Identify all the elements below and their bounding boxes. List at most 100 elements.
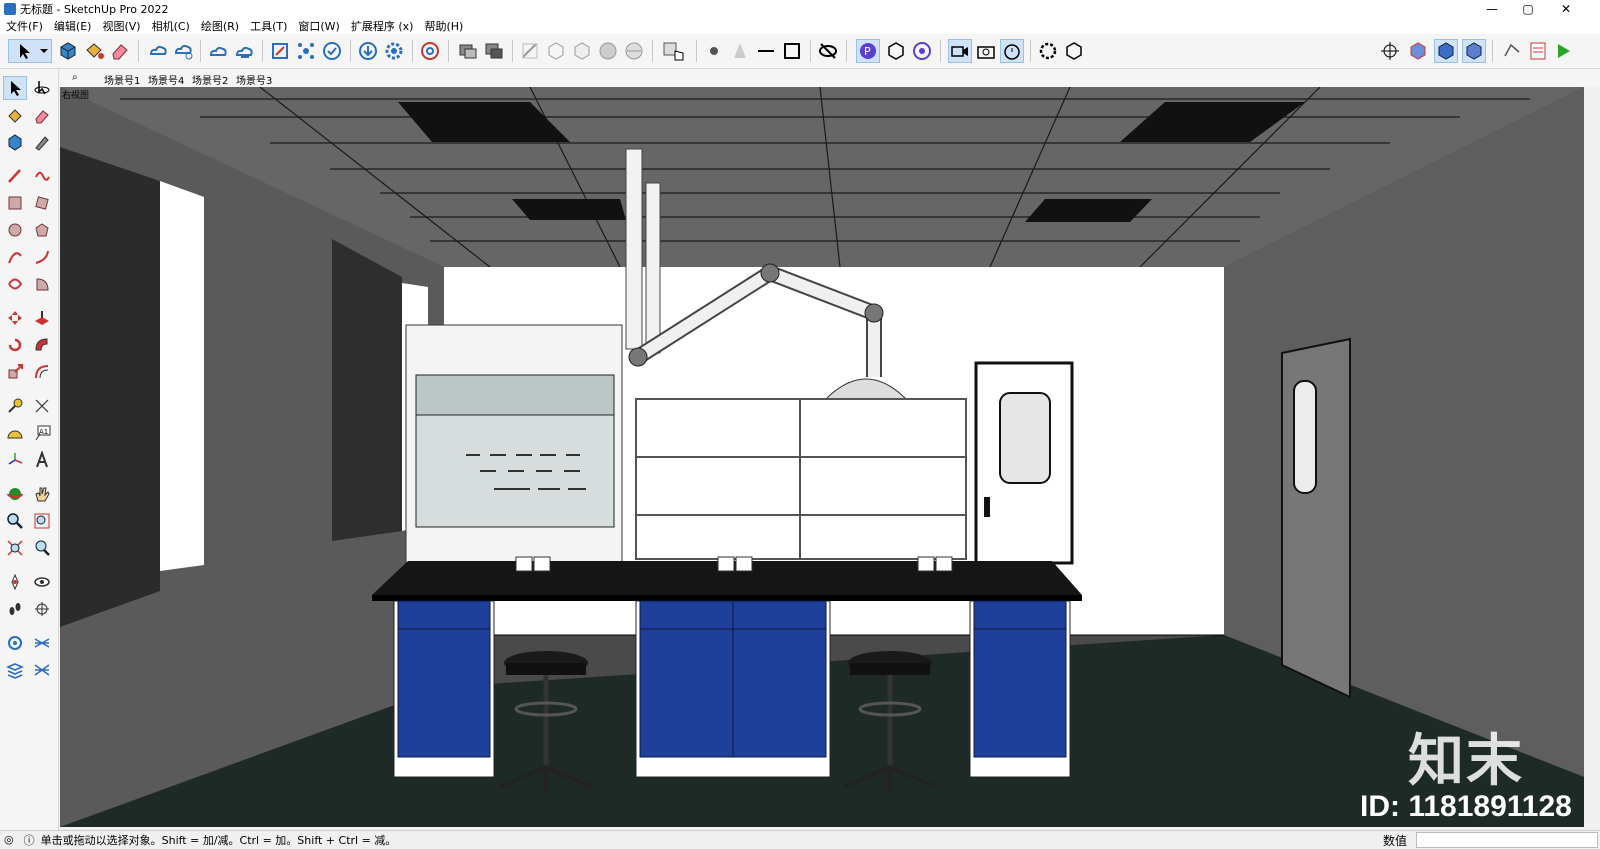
scene-tab-4[interactable]: 场景号4 [148, 72, 184, 87]
zoom-extents-tool[interactable] [3, 536, 27, 560]
rectangle-button[interactable] [780, 39, 804, 63]
push-pull-tool[interactable] [30, 306, 54, 330]
protractor-tool[interactable] [3, 421, 27, 445]
box-button[interactable] [884, 39, 908, 63]
eraser-button[interactable] [108, 39, 132, 63]
orbit-target-button[interactable] [910, 39, 934, 63]
zoom-window-tool[interactable] [30, 509, 54, 533]
rotated-rectangle-tool[interactable] [30, 191, 54, 215]
outer-shell-button[interactable] [456, 39, 480, 63]
scene-tab-2[interactable]: 场景号2 [192, 72, 228, 87]
section-plane-button[interactable] [518, 39, 542, 63]
make-component-tool[interactable] [3, 130, 27, 154]
rectangle-tool[interactable] [3, 191, 27, 215]
ruby-console-button[interactable] [1552, 39, 1576, 63]
menu-help[interactable]: 帮助(H) [424, 18, 463, 34]
line-button[interactable] [754, 39, 778, 63]
look-around-tool[interactable] [30, 570, 54, 594]
freehand-tool[interactable] [30, 164, 54, 188]
scene-tab-1[interactable]: 场景号1 [104, 72, 140, 87]
hidden-line-button[interactable] [570, 39, 594, 63]
sandbox-contours-tool[interactable] [3, 631, 27, 655]
text-tool[interactable]: A1 [30, 421, 54, 445]
pan-tool[interactable] [30, 482, 54, 506]
select-tool-button[interactable] [8, 39, 52, 63]
previous-view-tool[interactable] [30, 536, 54, 560]
layout-button[interactable] [1526, 39, 1550, 63]
orbit-tool[interactable] [3, 482, 27, 506]
two-point-arc-tool[interactable] [30, 245, 54, 269]
dimension-tool[interactable] [30, 394, 54, 418]
cloud-share-button[interactable] [232, 39, 256, 63]
network-button[interactable] [294, 39, 318, 63]
cone-button[interactable] [728, 39, 752, 63]
axes-button[interactable] [1378, 39, 1402, 63]
export-button[interactable] [1062, 39, 1086, 63]
settings-button[interactable] [382, 39, 406, 63]
menu-camera[interactable]: 相机(C) [152, 18, 190, 34]
menu-view[interactable]: 视图(V) [102, 18, 140, 34]
eraser-tool[interactable] [30, 104, 54, 128]
rotate-tool[interactable] [3, 333, 27, 357]
wireframe-button[interactable] [544, 39, 568, 63]
cloud-search-button[interactable] [172, 39, 196, 63]
drawing-viewport[interactable]: 右视图 [60, 87, 1584, 827]
menu-draw[interactable]: 绘图(R) [201, 18, 239, 34]
textured-button[interactable] [622, 39, 646, 63]
3d-text-tool[interactable] [30, 448, 54, 472]
stamp-tool[interactable] [3, 658, 27, 682]
hide-button[interactable] [816, 39, 840, 63]
extension-warehouse-button[interactable] [660, 39, 688, 63]
intersect-button[interactable] [482, 39, 506, 63]
scale-tool[interactable] [3, 360, 27, 384]
download-button[interactable] [356, 39, 380, 63]
components-button[interactable] [56, 39, 80, 63]
circle-tool[interactable] [3, 218, 27, 242]
select-tool[interactable] [3, 76, 27, 100]
render-settings-button[interactable] [1036, 39, 1060, 63]
line-tool[interactable] [3, 164, 27, 188]
menu-edit[interactable]: 编辑(E) [54, 18, 92, 34]
cloud-upload-button[interactable] [206, 39, 230, 63]
shaded-button[interactable] [596, 39, 620, 63]
menu-window[interactable]: 窗口(W) [298, 18, 339, 34]
menu-file[interactable]: 文件(F) [6, 18, 43, 34]
minimize-button[interactable]: — [1474, 0, 1510, 18]
scene-search-icon[interactable]: ⌕ [72, 72, 78, 83]
zoom-tool[interactable] [3, 509, 27, 533]
zoom-extents-button[interactable] [268, 39, 292, 63]
point-button[interactable] [702, 39, 726, 63]
shaded-mode-button[interactable] [1434, 39, 1458, 63]
pie-tool[interactable] [30, 272, 54, 296]
tag-tool[interactable] [30, 130, 54, 154]
sandbox-button[interactable] [1500, 39, 1524, 63]
close-button[interactable]: ✕ [1548, 0, 1584, 18]
timer-button[interactable] [1000, 39, 1024, 63]
geolocation-icon[interactable]: ◎ [4, 833, 14, 846]
monochrome-button[interactable] [1462, 39, 1486, 63]
plugin-p-button[interactable]: P [856, 39, 880, 63]
polygon-tool[interactable] [30, 218, 54, 242]
info-icon[interactable]: ⓘ [24, 832, 35, 848]
walk-tool[interactable] [3, 597, 27, 621]
menu-extensions[interactable]: 扩展程序 (x) [351, 18, 414, 34]
flip-edge-tool[interactable] [30, 658, 54, 682]
browser-button[interactable] [418, 39, 442, 63]
paint-tool[interactable] [3, 104, 27, 128]
scene-tab-3[interactable]: 场景号3 [236, 72, 272, 87]
tape-measure-tool[interactable] [3, 394, 27, 418]
restore-button[interactable]: ▢ [1510, 0, 1546, 18]
cloud-sync-button[interactable] [146, 39, 170, 63]
sandbox-scratch-tool[interactable] [30, 631, 54, 655]
offset-tool[interactable] [30, 360, 54, 384]
move-tool[interactable] [3, 306, 27, 330]
validate-button[interactable] [320, 39, 344, 63]
camera-button[interactable] [974, 39, 998, 63]
section-tool[interactable] [30, 597, 54, 621]
orbit-select-tool[interactable] [30, 76, 54, 100]
follow-me-tool[interactable] [30, 333, 54, 357]
camera-record-button[interactable] [948, 39, 972, 63]
arc-tool[interactable] [3, 245, 27, 269]
position-camera-tool[interactable] [3, 570, 27, 594]
x-ray-button[interactable] [1406, 39, 1430, 63]
